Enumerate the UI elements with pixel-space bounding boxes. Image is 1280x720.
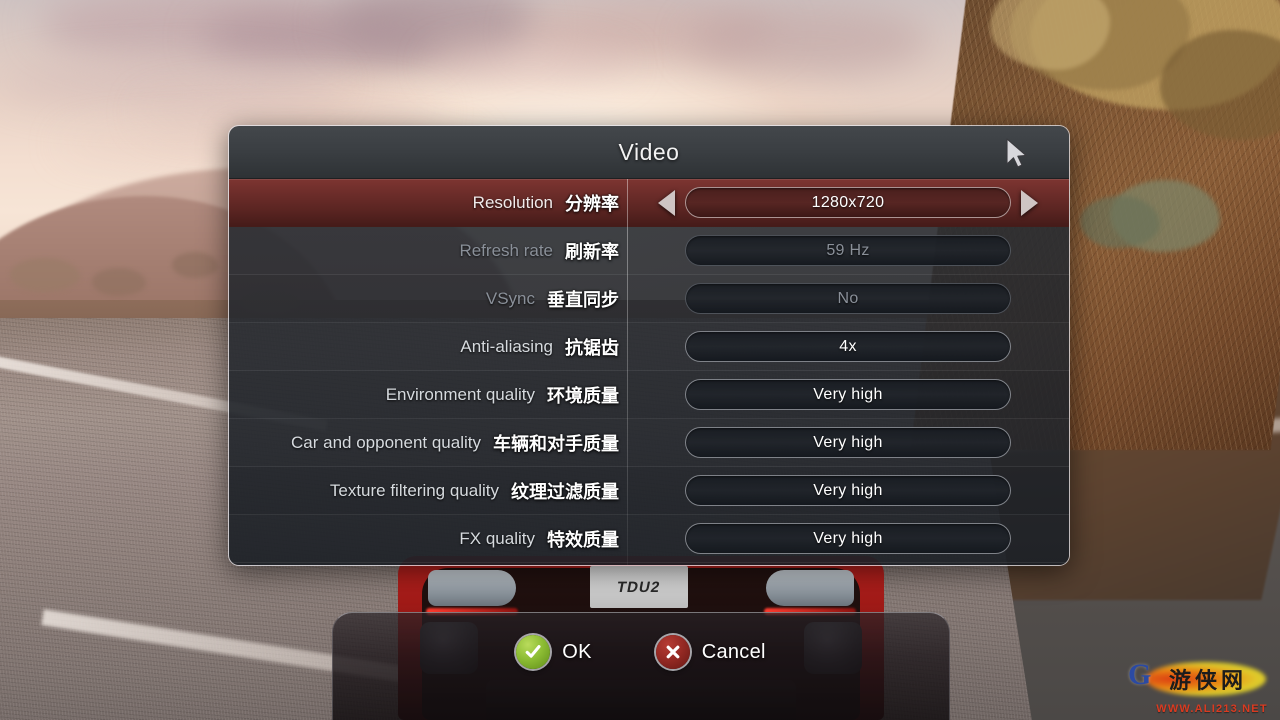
check-circle-icon [516, 635, 551, 669]
settings-row-label-cell: VSync 垂直同步 [229, 275, 627, 322]
settings-value-text: 59 Hz [826, 241, 870, 259]
mouse-pointer-icon [1003, 137, 1033, 176]
arrow-spacer [1021, 250, 1038, 251]
arrow-spacer [1021, 394, 1038, 395]
settings-row[interactable]: Environment quality 环境质量 Very high [229, 371, 1069, 419]
bush [92, 268, 146, 296]
arrow-spacer [1021, 298, 1038, 299]
settings-row-label-cn: 特效质量 [547, 529, 619, 551]
watermark-url: WWW.ALI213.NET [1156, 703, 1268, 715]
settings-row-label-en: Anti-aliasing [460, 336, 553, 356]
settings-row-label-cell: Anti-aliasing 抗锯齿 [229, 323, 627, 370]
settings-row-label-en: VSync [485, 288, 535, 308]
arrow-spacer [658, 442, 675, 443]
settings-row-label-cn: 纹理过滤质量 [511, 481, 619, 503]
settings-value-box[interactable]: Very high [685, 475, 1011, 506]
settings-row[interactable]: Texture filtering quality 纹理过滤质量 Very high [229, 467, 1069, 515]
cloud [430, 44, 630, 84]
settings-row-value-cell: Very high [627, 371, 1069, 418]
arrow-spacer [1021, 346, 1038, 347]
cancel-button[interactable]: Cancel [655, 635, 766, 669]
arrow-spacer [658, 394, 675, 395]
settings-row-label-cell: FX quality 特效质量 [229, 515, 627, 562]
arrow-spacer [1021, 538, 1038, 539]
settings-row-value-cell: 1280x720 [627, 179, 1069, 226]
arrow-spacer [1021, 490, 1038, 491]
settings-row-value-cell: Very high [627, 419, 1069, 466]
settings-rows: Resolution 分辨率 1280x720 Refresh rate 刷新率 59 H… [229, 179, 1069, 565]
watermark-cn-text: 游侠网 [1168, 669, 1247, 694]
dialog-title: Video [618, 138, 680, 165]
cloud [690, 6, 930, 76]
settings-value-text: No [837, 289, 859, 307]
settings-row-label-cn: 车辆和对手质量 [493, 433, 619, 455]
settings-row[interactable]: Anti-aliasing 抗锯齿 4x [229, 323, 1069, 371]
settings-row-label-en: Resolution [472, 192, 553, 212]
dialog-action-bar: OK Cancel [332, 612, 950, 720]
settings-row-label-cell: Texture filtering quality 纹理过滤质量 [229, 467, 627, 514]
settings-row-label-en: FX quality [459, 528, 535, 548]
triangle-right-icon[interactable] [1021, 189, 1038, 216]
bush [1080, 196, 1160, 248]
settings-value-text: Very high [813, 385, 883, 403]
arrow-spacer [658, 346, 675, 347]
settings-value-box[interactable]: Very high [685, 523, 1011, 554]
settings-row-label-en: Texture filtering quality [329, 480, 499, 500]
triangle-left-icon[interactable] [658, 189, 675, 216]
arrow-spacer [658, 538, 675, 539]
settings-row-value-cell: 4x [627, 323, 1069, 370]
license-plate: TDU2 [590, 566, 688, 608]
settings-row: VSync 垂直同步 No [229, 275, 1069, 323]
ok-button-label: OK [562, 640, 592, 663]
settings-row-value-cell: Very high [627, 467, 1069, 514]
settings-row-label-cell: Car and opponent quality 车辆和对手质量 [229, 419, 627, 466]
arrow-spacer [658, 298, 675, 299]
settings-row-label-cell: Refresh rate 刷新率 [229, 227, 627, 274]
bush [10, 258, 80, 292]
settings-value-text: Very high [813, 481, 883, 499]
settings-row[interactable]: Resolution 分辨率 1280x720 [229, 179, 1069, 227]
settings-row-label-cn: 刷新率 [565, 241, 619, 263]
settings-value-box: 59 Hz [685, 235, 1011, 266]
arrow-spacer [658, 490, 675, 491]
arrow-spacer [1021, 442, 1038, 443]
settings-row-value-cell: Very high [627, 515, 1069, 562]
taillight-right [766, 570, 854, 606]
settings-row-label-en: Car and opponent quality [291, 432, 481, 452]
settings-value-box[interactable]: Very high [685, 427, 1011, 458]
taillight-left [428, 570, 516, 606]
bush [172, 252, 218, 278]
settings-row-label-cn: 分辨率 [565, 193, 619, 215]
settings-row-label-en: Refresh rate [459, 240, 553, 260]
settings-row[interactable]: Car and opponent quality 车辆和对手质量 Very high [229, 419, 1069, 467]
arrow-spacer [658, 250, 675, 251]
ok-button[interactable]: OK [516, 635, 592, 669]
settings-value-text: 1280x720 [811, 193, 885, 211]
settings-row-value-cell: 59 Hz [627, 227, 1069, 274]
settings-row[interactable]: FX quality 特效质量 Very high [229, 515, 1069, 563]
settings-row-label-en: Environment quality [385, 384, 535, 404]
settings-row-label-cell: Environment quality 环境质量 [229, 371, 627, 418]
settings-value-box[interactable]: 4x [685, 331, 1011, 362]
x-circle-icon [655, 635, 690, 669]
settings-row: Refresh rate 刷新率 59 Hz [229, 227, 1069, 275]
settings-value-text: Very high [813, 529, 883, 547]
cancel-button-label: Cancel [701, 640, 766, 663]
settings-row-label-cn: 抗锯齿 [565, 337, 619, 359]
settings-value-text: Very high [813, 433, 883, 451]
settings-row-label-cn: 环境质量 [547, 385, 619, 407]
settings-value-box[interactable]: 1280x720 [685, 187, 1011, 218]
license-plate-text: TDU2 [615, 578, 663, 596]
dialog-titlebar: Video [229, 126, 1069, 179]
settings-value-text: 4x [839, 337, 857, 355]
settings-value-box: No [685, 283, 1011, 314]
settings-row-label-cn: 垂直同步 [547, 289, 619, 311]
settings-value-box[interactable]: Very high [685, 379, 1011, 410]
settings-row-label-cell: Resolution 分辨率 [229, 179, 627, 226]
video-settings-dialog: Video Resolution 分辨率 1280x720 Refresh rate 刷… [228, 125, 1070, 566]
site-watermark: G 游侠网 WWW.ALI213.NET [1128, 658, 1274, 716]
settings-row-value-cell: No [627, 275, 1069, 322]
